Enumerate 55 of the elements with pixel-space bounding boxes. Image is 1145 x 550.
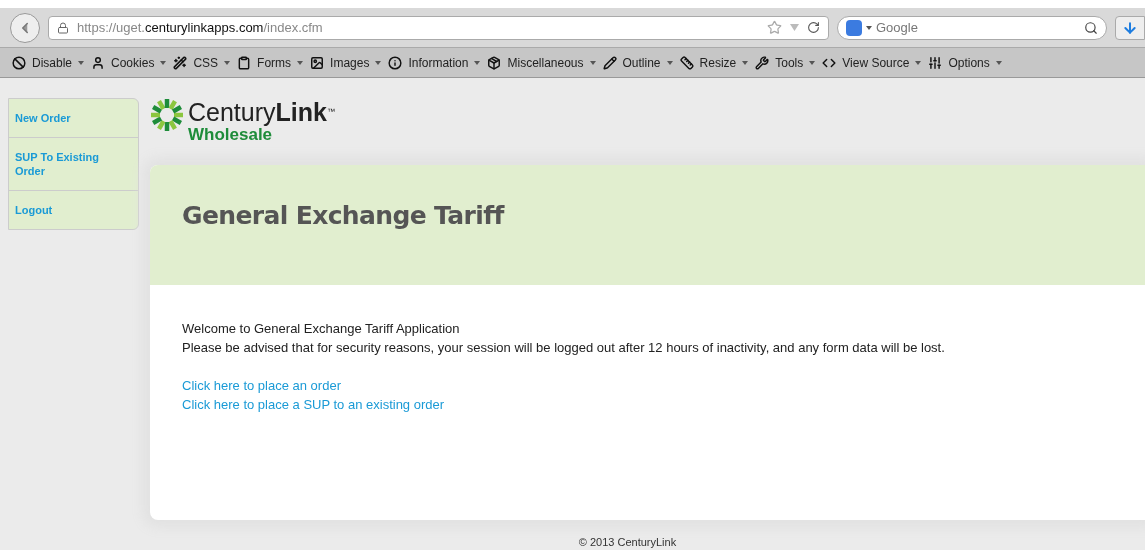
wrench-icon xyxy=(755,55,770,70)
toolbar-menu[interactable]: Images xyxy=(310,53,382,72)
caret-icon xyxy=(297,60,304,65)
wand-icon xyxy=(173,55,188,70)
toolbar-menu[interactable]: CSS xyxy=(173,53,231,72)
dropdown-icon[interactable] xyxy=(790,24,799,31)
toolbar-menu[interactable]: Forms xyxy=(237,53,304,72)
download-button[interactable] xyxy=(1115,15,1145,40)
caret-icon xyxy=(160,60,167,65)
sliders-icon xyxy=(928,55,943,70)
image-icon xyxy=(310,55,325,70)
search-icon[interactable] xyxy=(1084,20,1098,35)
reload-icon[interactable] xyxy=(807,21,820,34)
intro-text: Please be advised that for security reasons, your session will be logged out after 12 hours of inactivity, and any form data will be lost. xyxy=(182,338,945,357)
toolbar-menu[interactable]: Options xyxy=(928,53,1002,72)
brand-subtitle: Wholesale xyxy=(188,126,273,144)
toolbar-menu[interactable]: Miscellaneous xyxy=(487,53,596,72)
toolbar-menu[interactable]: Outline xyxy=(602,53,673,72)
caret-icon xyxy=(589,60,596,65)
toolbar-menu[interactable]: Information xyxy=(388,53,481,72)
caret-icon xyxy=(995,60,1002,65)
caret-icon xyxy=(78,60,85,65)
lock-icon xyxy=(57,21,69,34)
caret-icon xyxy=(915,60,922,65)
url-text: https://uget.centurylinkapps.com/index.cfm xyxy=(77,18,324,37)
caret-icon xyxy=(809,60,816,65)
toolbar-menu[interactable]: View Source xyxy=(822,53,922,72)
pencil-icon xyxy=(602,55,617,70)
ruler-icon xyxy=(679,55,694,70)
info-icon xyxy=(388,55,403,70)
ban-icon xyxy=(12,55,26,70)
address-field[interactable]: https://uget.centurylinkapps.com/index.cfm xyxy=(48,15,829,40)
search-field[interactable]: Google xyxy=(837,15,1107,40)
person-icon xyxy=(91,55,106,70)
caret-icon xyxy=(375,60,382,65)
back-button[interactable] xyxy=(10,12,40,43)
caret-icon xyxy=(474,60,481,65)
caret-icon xyxy=(666,60,673,65)
intro-text: Welcome to General Exchange Tariff Application xyxy=(182,319,460,338)
brand-name: CenturyLink xyxy=(188,98,327,126)
bookmark-star-icon[interactable] xyxy=(767,20,782,35)
trademark: ™ xyxy=(326,107,335,116)
copyright-text: © 2013 CenturyLink xyxy=(578,534,677,550)
box-icon xyxy=(487,55,502,70)
search-input[interactable]: Google xyxy=(876,17,1080,38)
caret-icon xyxy=(866,25,872,30)
toolbar-menu[interactable]: Resize xyxy=(679,53,749,72)
caret-icon xyxy=(742,60,749,65)
logo-icon xyxy=(150,98,184,132)
page-title: General Exchange Tariff xyxy=(182,199,504,232)
toolbar-menu[interactable]: Cookies xyxy=(91,53,167,72)
caret-icon xyxy=(224,60,231,65)
toolbar-menu[interactable]: Disable xyxy=(12,53,85,72)
clipboard-icon xyxy=(237,55,252,70)
toolbar-menu[interactable]: Tools xyxy=(755,53,816,72)
